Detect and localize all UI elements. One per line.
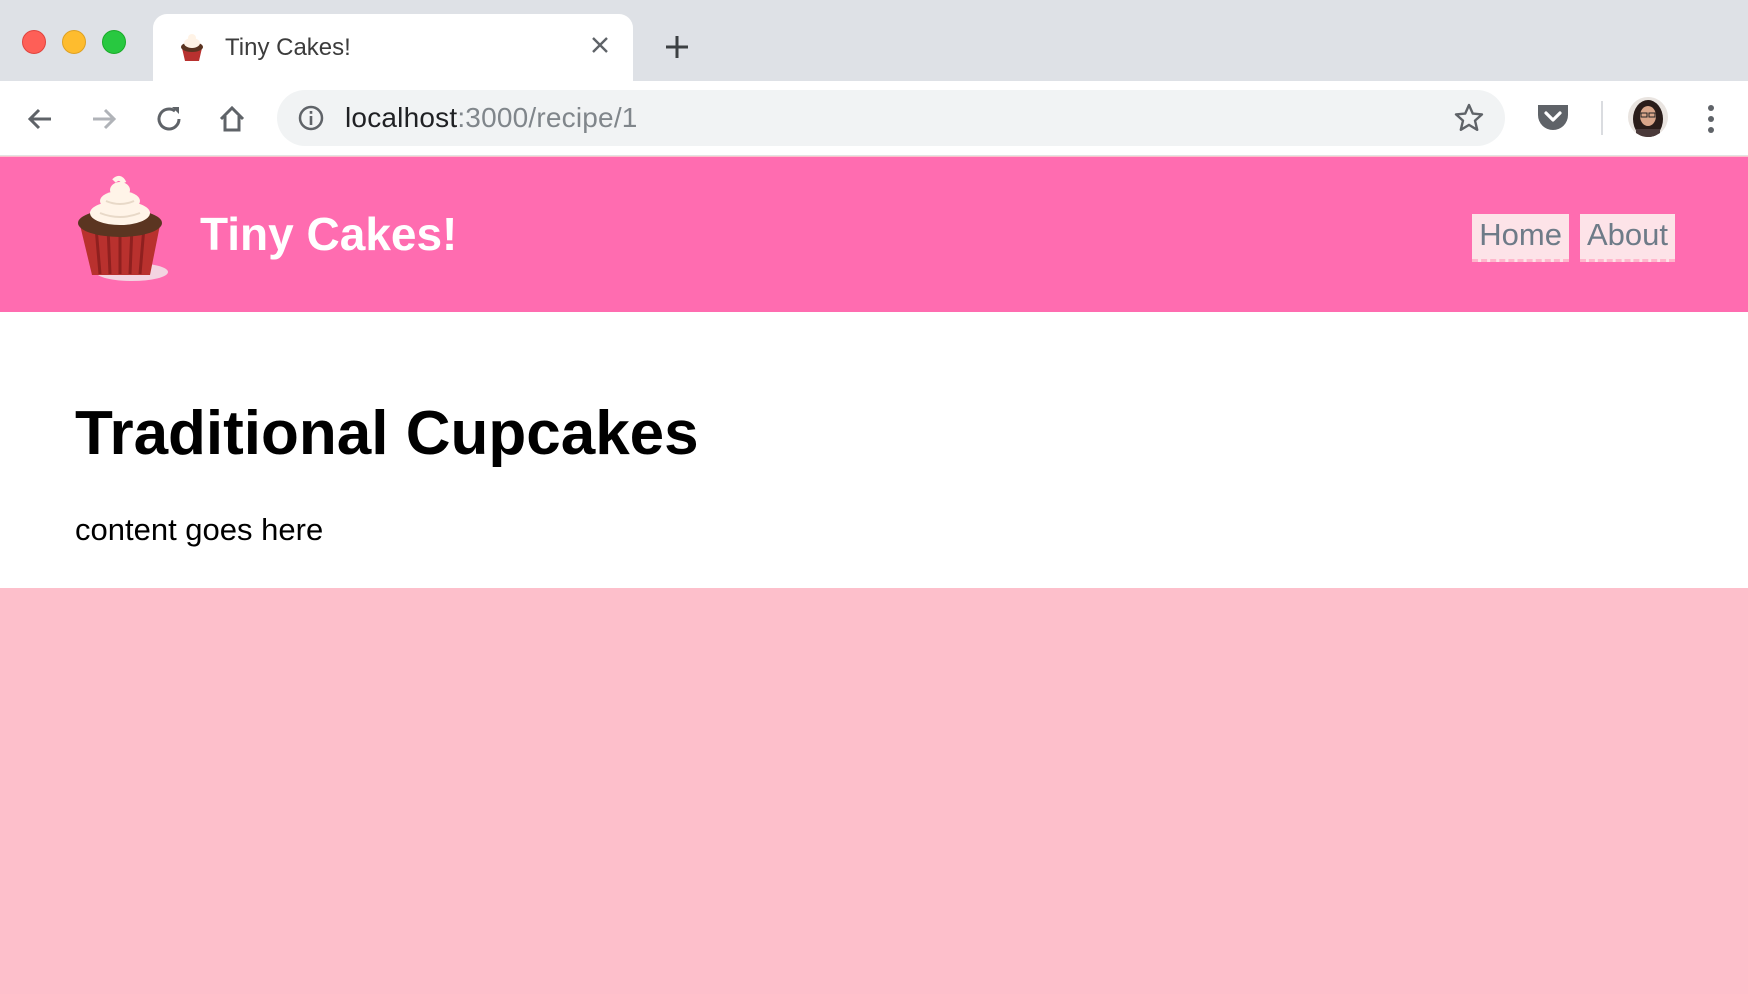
profile-avatar[interactable]	[1628, 97, 1668, 137]
url-host: localhost	[345, 102, 458, 133]
reload-icon[interactable]	[147, 97, 191, 141]
main-content: Traditional Cupcakes content goes here	[0, 312, 1748, 588]
toolbar-separator	[1601, 101, 1603, 135]
site-header: Tiny Cakes! Home About	[0, 157, 1748, 312]
info-icon[interactable]	[297, 104, 325, 132]
close-tab-icon[interactable]	[585, 30, 615, 60]
address-bar[interactable]: localhost:3000/recipe/1	[277, 90, 1505, 146]
browser-tab-bar: Tiny Cakes!	[0, 0, 1748, 81]
home-icon[interactable]	[210, 97, 254, 141]
nav-link-home[interactable]: Home	[1472, 214, 1569, 262]
cupcake-logo[interactable]	[74, 175, 174, 285]
site-nav: Home About	[1472, 214, 1675, 262]
nav-link-about[interactable]: About	[1579, 214, 1675, 262]
minimize-window-button[interactable]	[62, 30, 86, 54]
url-text: localhost:3000/recipe/1	[345, 102, 638, 134]
page-title: Traditional Cupcakes	[75, 399, 699, 468]
cupcake-icon	[181, 34, 203, 61]
pocket-icon[interactable]	[1535, 99, 1571, 135]
maximize-window-button[interactable]	[102, 30, 126, 54]
browser-toolbar: localhost:3000/recipe/1	[0, 81, 1748, 156]
site-brand[interactable]: Tiny Cakes!	[200, 207, 457, 261]
tab-title: Tiny Cakes!	[225, 34, 351, 61]
star-icon[interactable]	[1453, 102, 1485, 134]
more-menu-icon[interactable]	[1698, 99, 1724, 139]
forward-arrow-icon[interactable]	[82, 97, 126, 141]
browser-tab[interactable]: Tiny Cakes!	[153, 14, 633, 81]
url-path: :3000/recipe/1	[457, 102, 638, 133]
back-arrow-icon[interactable]	[18, 97, 62, 141]
page-body-text: content goes here	[75, 512, 324, 547]
close-window-button[interactable]	[22, 30, 46, 54]
new-tab-plus-icon[interactable]	[660, 30, 694, 64]
